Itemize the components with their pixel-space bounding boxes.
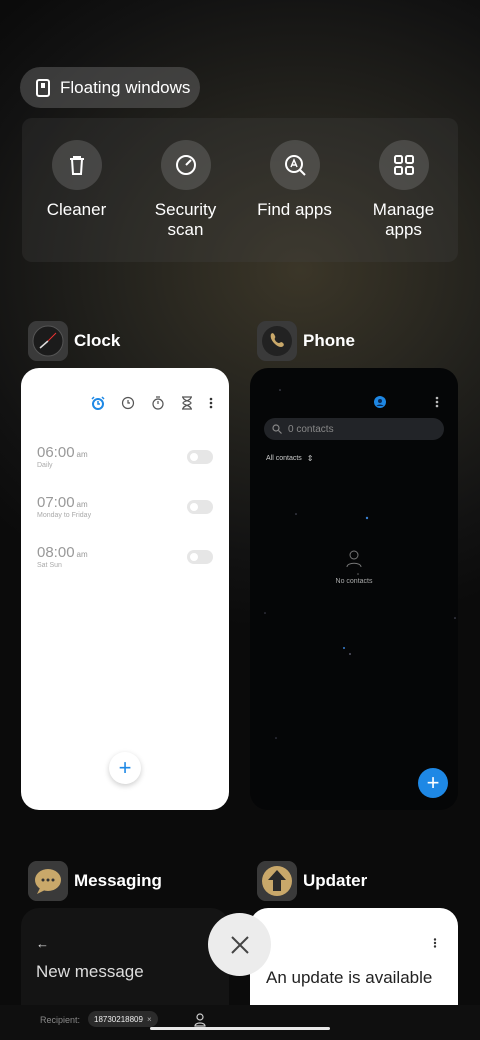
add-contact-button[interactable]: + (418, 768, 448, 798)
find-apps-label: Find apps (257, 200, 332, 219)
message-input-bar: Recipient: 18730218809 × (0, 1005, 480, 1040)
profile-icon[interactable] (374, 396, 386, 408)
alarm-repeat: Daily (37, 462, 53, 469)
manage-apps-label: Manage apps (372, 200, 435, 239)
security-scan-label: Security scan (154, 200, 217, 239)
more-options-icon[interactable] (435, 396, 439, 408)
manage-apps-button[interactable]: Manage apps (354, 140, 454, 262)
trash-icon (51, 140, 102, 190)
find-apps-button[interactable]: Find apps (245, 140, 345, 262)
empty-contacts-icon (346, 550, 362, 568)
search-icon (272, 424, 282, 434)
alarm-toggle[interactable] (187, 450, 213, 464)
recipient-number: 18730218809 (94, 1014, 143, 1024)
cleaner-button[interactable]: Cleaner (27, 140, 127, 262)
alarm-ampm: am (76, 550, 88, 559)
clock-app-name: Clock (74, 331, 121, 350)
alarm-ampm: am (76, 500, 88, 509)
security-scan-button[interactable]: Security scan (136, 140, 236, 262)
remove-recipient-icon[interactable]: × (147, 1015, 152, 1024)
world-clock-icon[interactable] (121, 396, 135, 410)
security-scan-icon (160, 140, 211, 190)
recipient-chip[interactable]: 18730218809 × (88, 1011, 158, 1027)
more-options-icon[interactable] (209, 397, 213, 409)
close-all-apps-button[interactable] (208, 913, 271, 976)
phone-app-header[interactable]: Phone (257, 321, 355, 361)
alarm-time: 07:00 (37, 494, 75, 511)
alarm-ampm: am (76, 450, 88, 459)
back-arrow-icon[interactable]: ← (36, 936, 49, 951)
stopwatch-icon[interactable] (151, 396, 165, 410)
clock-app-card[interactable]: 06:00 am Daily 07:00 am Monday to Friday 0… (21, 368, 229, 810)
alarm-repeat: Monday to Friday (37, 512, 92, 519)
phone-app-card[interactable]: 0 contacts All contacts ⇕ No contacts + (250, 368, 458, 810)
update-headline: An update is available (266, 968, 433, 987)
messaging-app-header[interactable]: Messaging (28, 861, 162, 901)
alarm-row[interactable]: 07:00 am Monday to Friday (37, 494, 213, 534)
alarm-row[interactable]: 08:00 am Sat Sun (37, 544, 213, 584)
phone-app-icon (257, 321, 297, 361)
grid-icon (378, 140, 429, 190)
alarm-repeat: Sat Sun (37, 562, 62, 569)
clock-app-header[interactable]: Clock (28, 321, 120, 361)
contacts-filter-dropdown[interactable]: All contacts ⇕ (266, 454, 314, 463)
alarm-time: 08:00 (37, 544, 75, 561)
alarm-row[interactable]: 06:00 am Daily (37, 444, 213, 484)
sort-arrows-icon: ⇕ (306, 454, 314, 463)
quick-actions-panel: Cleaner Security scan Find apps Manage a… (22, 118, 458, 262)
updater-app-icon (257, 861, 297, 901)
no-contacts-text: No contacts (335, 578, 373, 585)
home-indicator[interactable] (150, 1027, 330, 1030)
find-apps-icon (269, 140, 320, 190)
messaging-app-name: Messaging (74, 871, 162, 890)
new-message-title: New message (36, 962, 144, 981)
alarm-icon[interactable] (91, 396, 105, 410)
contacts-filter-label: All contacts (266, 455, 302, 462)
clock-tab-bar (91, 396, 213, 410)
messaging-app-icon (28, 861, 68, 901)
updater-app-name: Updater (303, 871, 368, 890)
floating-windows-label: Floating windows (60, 77, 191, 97)
cleaner-label: Cleaner (46, 200, 107, 219)
more-options-icon[interactable] (433, 938, 437, 948)
alarm-toggle[interactable] (187, 500, 213, 514)
contact-picker-icon[interactable] (194, 1013, 206, 1027)
floating-window-icon (36, 78, 50, 97)
recipient-label: Recipient: (40, 1015, 81, 1025)
add-alarm-button[interactable]: + (109, 752, 141, 784)
alarm-toggle[interactable] (187, 550, 213, 564)
close-icon (230, 935, 249, 954)
timer-icon[interactable] (181, 396, 193, 410)
contacts-search-placeholder: 0 contacts (288, 423, 334, 435)
updater-app-header[interactable]: Updater (257, 861, 367, 901)
floating-windows-button[interactable]: Floating windows (20, 67, 200, 108)
contacts-search-input[interactable]: 0 contacts (264, 418, 444, 440)
alarm-time: 06:00 (37, 444, 75, 461)
phone-app-name: Phone (303, 331, 355, 350)
clock-app-icon (28, 321, 68, 361)
